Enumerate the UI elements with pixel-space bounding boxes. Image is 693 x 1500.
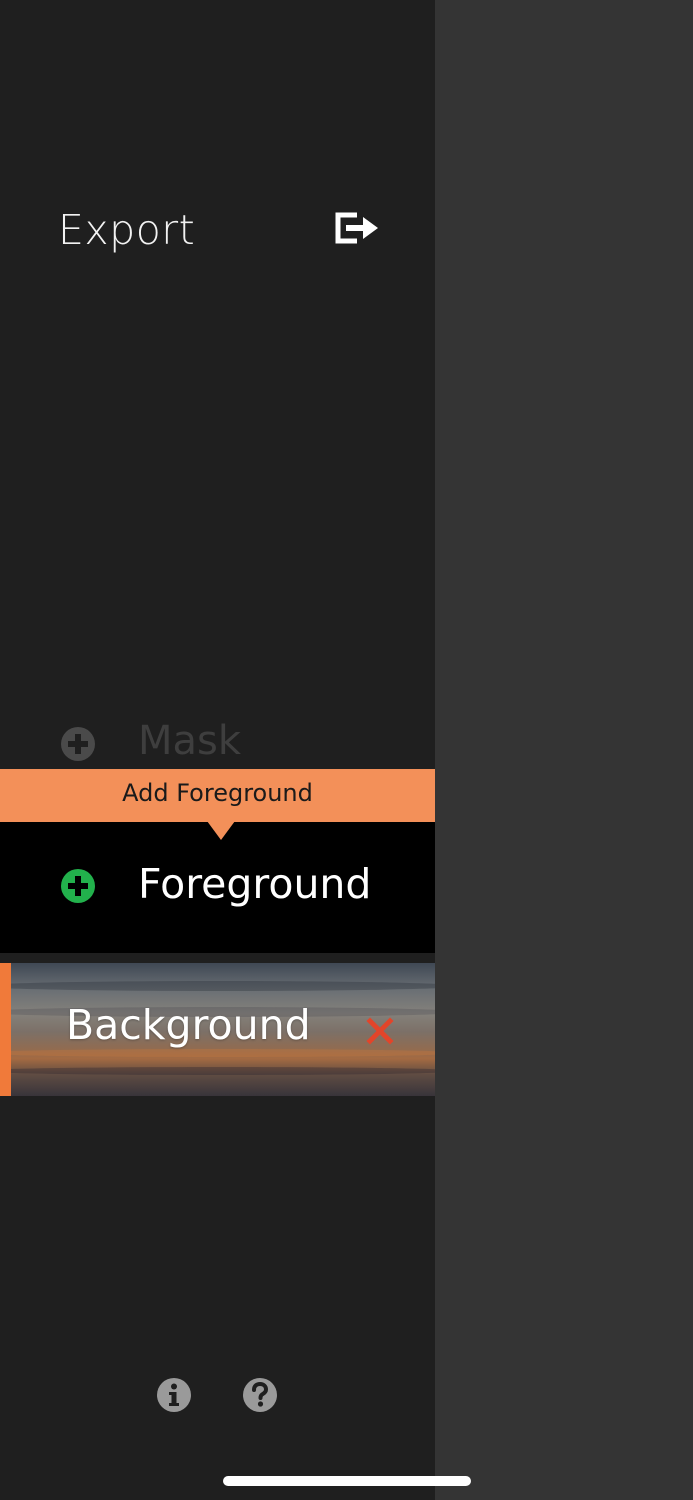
sky-texture: [0, 1067, 435, 1075]
info-icon[interactable]: [156, 1377, 192, 1413]
layers-sidebar: Export Mask Add Foreground Foreground Ba…: [0, 0, 435, 1500]
remove-background-icon[interactable]: [366, 1017, 394, 1045]
canvas-area[interactable]: [435, 0, 693, 1500]
selected-layer-indicator: [0, 963, 11, 1096]
foreground-label: Foreground: [138, 860, 372, 908]
home-indicator[interactable]: [223, 1476, 471, 1486]
export-icon[interactable]: [333, 212, 381, 244]
background-label: Background: [66, 1001, 311, 1049]
add-foreground-icon[interactable]: [60, 868, 96, 904]
add-foreground-tooltip: Add Foreground: [0, 769, 435, 822]
sky-texture: [0, 981, 435, 991]
layer-row-foreground[interactable]: Foreground: [0, 822, 435, 953]
layer-row-mask[interactable]: Mask: [0, 712, 435, 772]
add-mask-icon[interactable]: [60, 726, 96, 762]
tooltip-arrow: [207, 821, 235, 840]
mask-label: Mask: [138, 718, 242, 764]
app-screen: Export Mask Add Foreground Foreground Ba…: [0, 0, 693, 1500]
export-row[interactable]: Export: [0, 196, 435, 268]
footer-icons: [0, 1377, 435, 1413]
help-icon[interactable]: [242, 1377, 278, 1413]
sky-texture: [0, 1049, 435, 1057]
tooltip-text: Add Foreground: [122, 779, 313, 807]
layer-row-background[interactable]: Background: [0, 963, 435, 1096]
export-label: Export: [58, 206, 196, 254]
